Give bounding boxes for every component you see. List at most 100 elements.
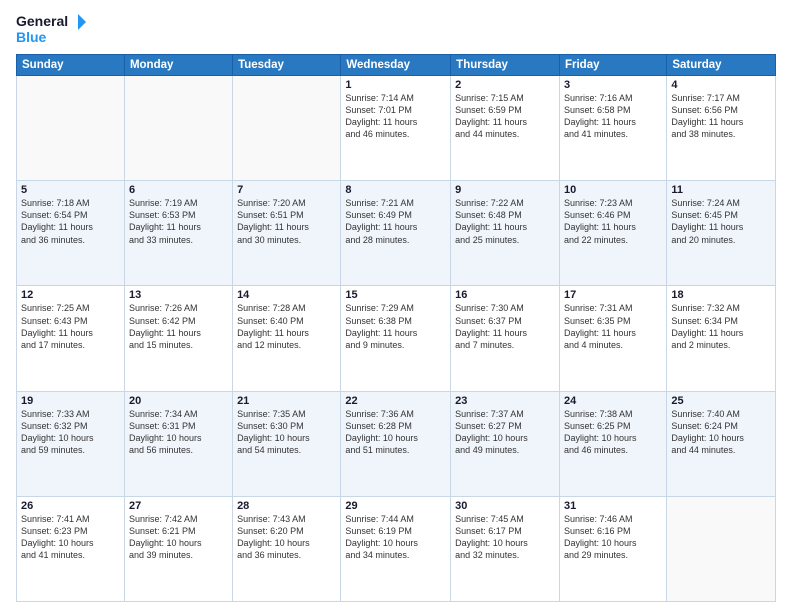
calendar-cell: 22Sunrise: 7:36 AM Sunset: 6:28 PM Dayli… — [341, 391, 451, 496]
weekday-header-wednesday: Wednesday — [341, 55, 451, 76]
svg-text:Blue: Blue — [16, 29, 47, 45]
calendar-cell: 17Sunrise: 7:31 AM Sunset: 6:35 PM Dayli… — [559, 286, 666, 391]
calendar-cell: 25Sunrise: 7:40 AM Sunset: 6:24 PM Dayli… — [667, 391, 776, 496]
day-info: Sunrise: 7:31 AM Sunset: 6:35 PM Dayligh… — [564, 302, 662, 351]
day-number: 3 — [564, 79, 662, 91]
day-info: Sunrise: 7:28 AM Sunset: 6:40 PM Dayligh… — [237, 302, 336, 351]
calendar-cell: 7Sunrise: 7:20 AM Sunset: 6:51 PM Daylig… — [233, 181, 341, 286]
day-number: 12 — [21, 289, 120, 301]
header: General Blue — [16, 10, 776, 48]
day-info: Sunrise: 7:18 AM Sunset: 6:54 PM Dayligh… — [21, 197, 120, 246]
day-number: 5 — [21, 184, 120, 196]
svg-text:General: General — [16, 13, 68, 29]
calendar-cell: 12Sunrise: 7:25 AM Sunset: 6:43 PM Dayli… — [17, 286, 125, 391]
calendar-cell: 24Sunrise: 7:38 AM Sunset: 6:25 PM Dayli… — [559, 391, 666, 496]
calendar-cell — [667, 496, 776, 601]
day-number: 26 — [21, 500, 120, 512]
calendar-cell: 9Sunrise: 7:22 AM Sunset: 6:48 PM Daylig… — [451, 181, 560, 286]
calendar-cell: 10Sunrise: 7:23 AM Sunset: 6:46 PM Dayli… — [559, 181, 666, 286]
day-number: 2 — [455, 79, 555, 91]
day-info: Sunrise: 7:46 AM Sunset: 6:16 PM Dayligh… — [564, 513, 662, 562]
day-number: 14 — [237, 289, 336, 301]
calendar-cell: 20Sunrise: 7:34 AM Sunset: 6:31 PM Dayli… — [124, 391, 232, 496]
day-info: Sunrise: 7:19 AM Sunset: 6:53 PM Dayligh… — [129, 197, 228, 246]
day-number: 19 — [21, 395, 120, 407]
day-number: 22 — [345, 395, 446, 407]
day-info: Sunrise: 7:37 AM Sunset: 6:27 PM Dayligh… — [455, 408, 555, 457]
day-info: Sunrise: 7:44 AM Sunset: 6:19 PM Dayligh… — [345, 513, 446, 562]
week-row-1: 1Sunrise: 7:14 AM Sunset: 7:01 PM Daylig… — [17, 76, 776, 181]
calendar-cell: 30Sunrise: 7:45 AM Sunset: 6:17 PM Dayli… — [451, 496, 560, 601]
week-row-4: 19Sunrise: 7:33 AM Sunset: 6:32 PM Dayli… — [17, 391, 776, 496]
calendar-cell: 18Sunrise: 7:32 AM Sunset: 6:34 PM Dayli… — [667, 286, 776, 391]
calendar-cell: 21Sunrise: 7:35 AM Sunset: 6:30 PM Dayli… — [233, 391, 341, 496]
weekday-header-saturday: Saturday — [667, 55, 776, 76]
day-info: Sunrise: 7:26 AM Sunset: 6:42 PM Dayligh… — [129, 302, 228, 351]
day-number: 13 — [129, 289, 228, 301]
day-number: 11 — [671, 184, 771, 196]
day-info: Sunrise: 7:22 AM Sunset: 6:48 PM Dayligh… — [455, 197, 555, 246]
day-info: Sunrise: 7:21 AM Sunset: 6:49 PM Dayligh… — [345, 197, 446, 246]
day-info: Sunrise: 7:43 AM Sunset: 6:20 PM Dayligh… — [237, 513, 336, 562]
day-info: Sunrise: 7:32 AM Sunset: 6:34 PM Dayligh… — [671, 302, 771, 351]
day-number: 24 — [564, 395, 662, 407]
day-number: 25 — [671, 395, 771, 407]
day-info: Sunrise: 7:34 AM Sunset: 6:31 PM Dayligh… — [129, 408, 228, 457]
calendar-cell: 8Sunrise: 7:21 AM Sunset: 6:49 PM Daylig… — [341, 181, 451, 286]
calendar-cell: 3Sunrise: 7:16 AM Sunset: 6:58 PM Daylig… — [559, 76, 666, 181]
weekday-header-tuesday: Tuesday — [233, 55, 341, 76]
day-info: Sunrise: 7:30 AM Sunset: 6:37 PM Dayligh… — [455, 302, 555, 351]
day-info: Sunrise: 7:45 AM Sunset: 6:17 PM Dayligh… — [455, 513, 555, 562]
day-info: Sunrise: 7:25 AM Sunset: 6:43 PM Dayligh… — [21, 302, 120, 351]
day-number: 10 — [564, 184, 662, 196]
day-number: 16 — [455, 289, 555, 301]
day-info: Sunrise: 7:17 AM Sunset: 6:56 PM Dayligh… — [671, 92, 771, 141]
day-info: Sunrise: 7:24 AM Sunset: 6:45 PM Dayligh… — [671, 197, 771, 246]
logo: General Blue — [16, 10, 86, 48]
day-number: 9 — [455, 184, 555, 196]
day-number: 7 — [237, 184, 336, 196]
day-number: 23 — [455, 395, 555, 407]
weekday-header-monday: Monday — [124, 55, 232, 76]
calendar-cell: 27Sunrise: 7:42 AM Sunset: 6:21 PM Dayli… — [124, 496, 232, 601]
day-info: Sunrise: 7:41 AM Sunset: 6:23 PM Dayligh… — [21, 513, 120, 562]
calendar-cell — [233, 76, 341, 181]
day-number: 15 — [345, 289, 446, 301]
calendar-cell: 1Sunrise: 7:14 AM Sunset: 7:01 PM Daylig… — [341, 76, 451, 181]
day-info: Sunrise: 7:33 AM Sunset: 6:32 PM Dayligh… — [21, 408, 120, 457]
day-number: 21 — [237, 395, 336, 407]
calendar-cell: 16Sunrise: 7:30 AM Sunset: 6:37 PM Dayli… — [451, 286, 560, 391]
calendar-cell: 26Sunrise: 7:41 AM Sunset: 6:23 PM Dayli… — [17, 496, 125, 601]
calendar-cell: 2Sunrise: 7:15 AM Sunset: 6:59 PM Daylig… — [451, 76, 560, 181]
day-number: 27 — [129, 500, 228, 512]
day-info: Sunrise: 7:38 AM Sunset: 6:25 PM Dayligh… — [564, 408, 662, 457]
weekday-header-thursday: Thursday — [451, 55, 560, 76]
calendar-cell: 14Sunrise: 7:28 AM Sunset: 6:40 PM Dayli… — [233, 286, 341, 391]
day-info: Sunrise: 7:40 AM Sunset: 6:24 PM Dayligh… — [671, 408, 771, 457]
calendar-cell: 19Sunrise: 7:33 AM Sunset: 6:32 PM Dayli… — [17, 391, 125, 496]
day-number: 30 — [455, 500, 555, 512]
week-row-2: 5Sunrise: 7:18 AM Sunset: 6:54 PM Daylig… — [17, 181, 776, 286]
day-number: 18 — [671, 289, 771, 301]
calendar-cell: 15Sunrise: 7:29 AM Sunset: 6:38 PM Dayli… — [341, 286, 451, 391]
calendar-cell — [124, 76, 232, 181]
calendar-cell: 28Sunrise: 7:43 AM Sunset: 6:20 PM Dayli… — [233, 496, 341, 601]
calendar-cell: 23Sunrise: 7:37 AM Sunset: 6:27 PM Dayli… — [451, 391, 560, 496]
day-info: Sunrise: 7:36 AM Sunset: 6:28 PM Dayligh… — [345, 408, 446, 457]
weekday-header-friday: Friday — [559, 55, 666, 76]
day-number: 29 — [345, 500, 446, 512]
week-row-5: 26Sunrise: 7:41 AM Sunset: 6:23 PM Dayli… — [17, 496, 776, 601]
day-number: 4 — [671, 79, 771, 91]
week-row-3: 12Sunrise: 7:25 AM Sunset: 6:43 PM Dayli… — [17, 286, 776, 391]
day-info: Sunrise: 7:23 AM Sunset: 6:46 PM Dayligh… — [564, 197, 662, 246]
calendar-cell: 5Sunrise: 7:18 AM Sunset: 6:54 PM Daylig… — [17, 181, 125, 286]
calendar-cell: 29Sunrise: 7:44 AM Sunset: 6:19 PM Dayli… — [341, 496, 451, 601]
day-info: Sunrise: 7:29 AM Sunset: 6:38 PM Dayligh… — [345, 302, 446, 351]
day-number: 28 — [237, 500, 336, 512]
calendar-cell: 6Sunrise: 7:19 AM Sunset: 6:53 PM Daylig… — [124, 181, 232, 286]
calendar-cell: 11Sunrise: 7:24 AM Sunset: 6:45 PM Dayli… — [667, 181, 776, 286]
logo-svg: General Blue — [16, 10, 86, 48]
calendar-cell — [17, 76, 125, 181]
weekday-header-row: SundayMondayTuesdayWednesdayThursdayFrid… — [17, 55, 776, 76]
calendar-cell: 13Sunrise: 7:26 AM Sunset: 6:42 PM Dayli… — [124, 286, 232, 391]
